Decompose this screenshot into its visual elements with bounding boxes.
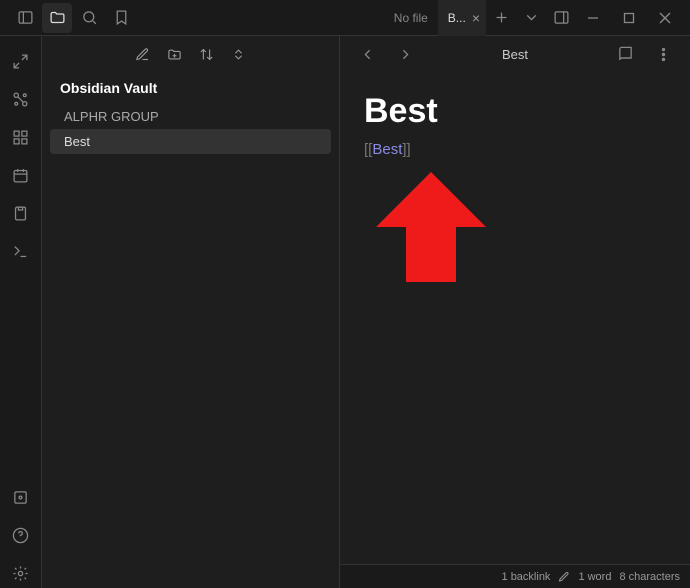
- vault-icon[interactable]: [6, 482, 36, 512]
- bookmark-icon[interactable]: [106, 3, 136, 33]
- status-words: 1 word: [578, 571, 611, 583]
- file-item[interactable]: Best: [50, 129, 331, 154]
- window-maximize-icon[interactable]: [612, 3, 646, 33]
- search-icon[interactable]: [74, 3, 104, 33]
- new-note-icon[interactable]: [130, 41, 156, 67]
- bracket-close: ]]: [402, 141, 410, 158]
- note-title[interactable]: Best: [364, 92, 666, 131]
- quick-switcher-icon[interactable]: [6, 46, 36, 76]
- status-chars: 8 characters: [619, 571, 680, 583]
- new-folder-icon[interactable]: [162, 41, 188, 67]
- tab-best[interactable]: B... ×: [438, 0, 486, 36]
- daily-note-icon[interactable]: [6, 160, 36, 190]
- file-item[interactable]: ALPHR GROUP: [50, 104, 331, 129]
- window-minimize-icon[interactable]: [576, 3, 610, 33]
- close-icon[interactable]: ×: [472, 10, 480, 26]
- file-explorer-icon[interactable]: [42, 3, 72, 33]
- right-sidebar-toggle-icon[interactable]: [546, 3, 576, 33]
- reading-mode-icon[interactable]: [610, 39, 640, 69]
- settings-icon[interactable]: [6, 558, 36, 588]
- no-file-label: No file: [384, 11, 438, 25]
- status-backlinks[interactable]: 1 backlink: [502, 571, 551, 583]
- pencil-icon[interactable]: [558, 571, 570, 583]
- canvas-icon[interactable]: [6, 122, 36, 152]
- breadcrumb[interactable]: Best: [502, 47, 528, 62]
- tab-label: B...: [448, 11, 466, 25]
- collapse-icon[interactable]: [226, 41, 252, 67]
- more-options-icon[interactable]: [648, 39, 678, 69]
- help-icon[interactable]: [6, 520, 36, 550]
- sort-icon[interactable]: [194, 41, 220, 67]
- new-tab-icon[interactable]: [486, 3, 516, 33]
- window-close-icon[interactable]: [648, 3, 682, 33]
- nav-back-icon[interactable]: [352, 39, 382, 69]
- graph-view-icon[interactable]: [6, 84, 36, 114]
- tab-dropdown-icon[interactable]: [516, 3, 546, 33]
- left-sidebar-toggle-icon[interactable]: [10, 3, 40, 33]
- wikilink-text: Best: [372, 141, 402, 158]
- command-palette-icon[interactable]: [6, 236, 36, 266]
- templates-icon[interactable]: [6, 198, 36, 228]
- nav-forward-icon[interactable]: [390, 39, 420, 69]
- vault-name: Obsidian Vault: [42, 72, 339, 104]
- wikilink[interactable]: [[Best]]: [364, 141, 666, 158]
